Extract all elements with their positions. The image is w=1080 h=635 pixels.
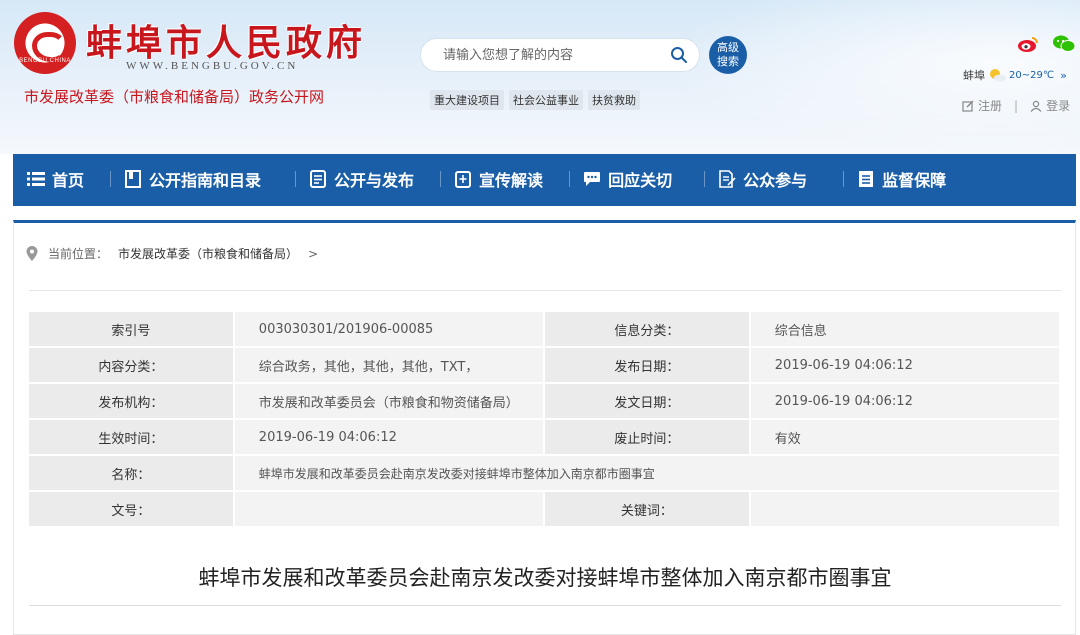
nav-label: 回应关切	[608, 170, 673, 190]
nav-item-responses[interactable]: 回应关切	[569, 153, 686, 205]
nav-item-home[interactable]: 首页	[13, 153, 98, 205]
logo-text: BENGBU CHINA	[19, 58, 71, 64]
meta-value	[750, 492, 1061, 526]
table-row: 内容分类： 综合政务，其他，其他，其他，TXT， 发布日期： 2019-06-1…	[29, 348, 1061, 382]
meta-value	[234, 492, 545, 526]
hot-tag[interactable]: 重大建设项目	[430, 90, 504, 110]
table-row: 文号： 关键词：	[29, 492, 1061, 526]
meta-value: 003030301/201906-00085	[234, 312, 545, 346]
meta-label: 发布日期：	[544, 348, 751, 382]
site-name[interactable]: 蚌埠市人民政府	[86, 14, 366, 66]
advanced-search-button[interactable]: 高级搜索	[709, 36, 747, 74]
search-box	[420, 38, 700, 72]
meta-label: 文号：	[29, 492, 235, 526]
meta-label: 关键词：	[544, 492, 751, 526]
hot-tags: 重大建设项目 社会公益事业 扶贫救助	[430, 90, 640, 110]
hot-tag[interactable]: 扶贫救助	[588, 90, 640, 110]
weather-widget[interactable]: 蚌埠 20~29℃ »	[963, 67, 1067, 83]
nav-label: 监督保障	[882, 170, 947, 190]
edit-document-icon	[718, 169, 736, 188]
meta-value: 蚌埠市发展和改革委员会赴南京发改委对接蚌埠市整体加入南京都市圈事宜	[234, 456, 1061, 490]
site-url: WWW.BENGBU.GOV.CN	[126, 60, 299, 72]
table-row: 名称： 蚌埠市发展和改革委员会赴南京发改委对接蚌埠市整体加入南京都市圈事宜	[29, 456, 1061, 490]
department-subtitle: 市发展改革委（市粮食和储备局）政务公开网	[24, 88, 325, 106]
book-icon	[124, 169, 142, 188]
meta-label: 内容分类：	[29, 348, 235, 382]
meta-value: 市发展和改革委员会（市粮食和物资储备局）	[234, 384, 545, 418]
meta-value: 综合信息	[750, 312, 1061, 346]
breadcrumb-prefix: 当前位置：	[48, 247, 109, 261]
nav-label: 首页	[52, 170, 85, 190]
wechat-icon[interactable]	[1052, 35, 1076, 53]
login-link[interactable]: 登录	[1046, 97, 1070, 114]
main-nav: 首页 公开指南和目录 公开与发布 宣传解读 回应关切 公众参与 监督保障	[13, 154, 1076, 206]
divider: |	[1014, 98, 1019, 113]
search-input[interactable]	[421, 40, 659, 70]
location-pin-icon	[26, 246, 38, 261]
list-icon	[27, 170, 45, 188]
breadcrumb-arrow: >	[308, 246, 319, 261]
meta-label: 生效时间：	[29, 420, 235, 454]
nav-item-disclosure-release[interactable]: 公开与发布	[295, 153, 428, 205]
nav-item-interpretation[interactable]: 宣传解读	[440, 153, 557, 205]
table-row: 生效时间： 2019-06-19 04:06:12 废止时间： 有效	[29, 420, 1061, 454]
breadcrumb-link[interactable]: 市发展改革委（市粮食和储备局）	[118, 245, 298, 262]
nav-item-guide-catalog[interactable]: 公开指南和目录	[110, 153, 275, 205]
user-links: 注册 | 登录	[962, 97, 1070, 114]
meta-value: 综合政务，其他，其他，其他，TXT，	[234, 348, 545, 382]
meta-label: 发布机构：	[29, 384, 235, 418]
sun-cloud-icon	[990, 69, 1006, 82]
register-link[interactable]: 注册	[978, 97, 1002, 114]
weather-more-icon[interactable]: »	[1060, 69, 1067, 82]
document-meta-table: 索引号 003030301/201906-00085 信息分类： 综合信息 内容…	[29, 310, 1061, 528]
meta-label: 废止时间：	[544, 420, 751, 454]
nav-label: 公开指南和目录	[149, 170, 262, 190]
breadcrumb: 当前位置： 市发展改革委（市粮食和储备局） >	[26, 245, 318, 262]
meta-label: 发文日期：	[544, 384, 751, 418]
search-button[interactable]	[659, 40, 699, 70]
hot-tag[interactable]: 社会公益事业	[509, 90, 583, 110]
table-row: 发布机构： 市发展和改革委员会（市粮食和物资储备局） 发文日期： 2019-06…	[29, 384, 1061, 418]
nav-item-public-participation[interactable]: 公众参与	[704, 153, 821, 205]
checklist-icon	[857, 170, 875, 188]
weibo-icon[interactable]	[1017, 35, 1039, 53]
edit-icon	[962, 100, 974, 112]
meta-label: 信息分类：	[544, 312, 751, 346]
meta-value: 2019-06-19 04:06:12	[750, 384, 1061, 418]
table-row: 索引号 003030301/201906-00085 信息分类： 综合信息	[29, 312, 1061, 346]
weather-city: 蚌埠	[963, 69, 985, 82]
article-title: 蚌埠市发展和改革委员会赴南京发改委对接蚌埠市整体加入南京都市圈事宜	[198, 566, 892, 590]
meta-label: 名称：	[29, 456, 235, 490]
chat-icon	[583, 170, 601, 188]
logo-emblem-icon	[28, 26, 66, 62]
meta-value: 2019-06-19 04:06:12	[234, 420, 545, 454]
divider	[29, 605, 1061, 606]
city-logo[interactable]	[14, 12, 76, 74]
meta-value: 有效	[750, 420, 1061, 454]
search-icon	[671, 47, 687, 63]
meta-value: 2019-06-19 04:06:12	[750, 348, 1061, 382]
user-icon	[1030, 100, 1042, 112]
document-icon	[309, 169, 327, 188]
nav-item-supervision[interactable]: 监督保障	[843, 153, 960, 205]
nav-label: 宣传解读	[479, 170, 544, 190]
clipboard-icon	[454, 170, 472, 188]
divider	[29, 290, 1061, 291]
meta-label: 索引号	[29, 312, 235, 346]
weather-temp: 20~29℃	[1009, 69, 1055, 81]
nav-label: 公众参与	[743, 170, 808, 190]
nav-label: 公开与发布	[334, 170, 415, 190]
